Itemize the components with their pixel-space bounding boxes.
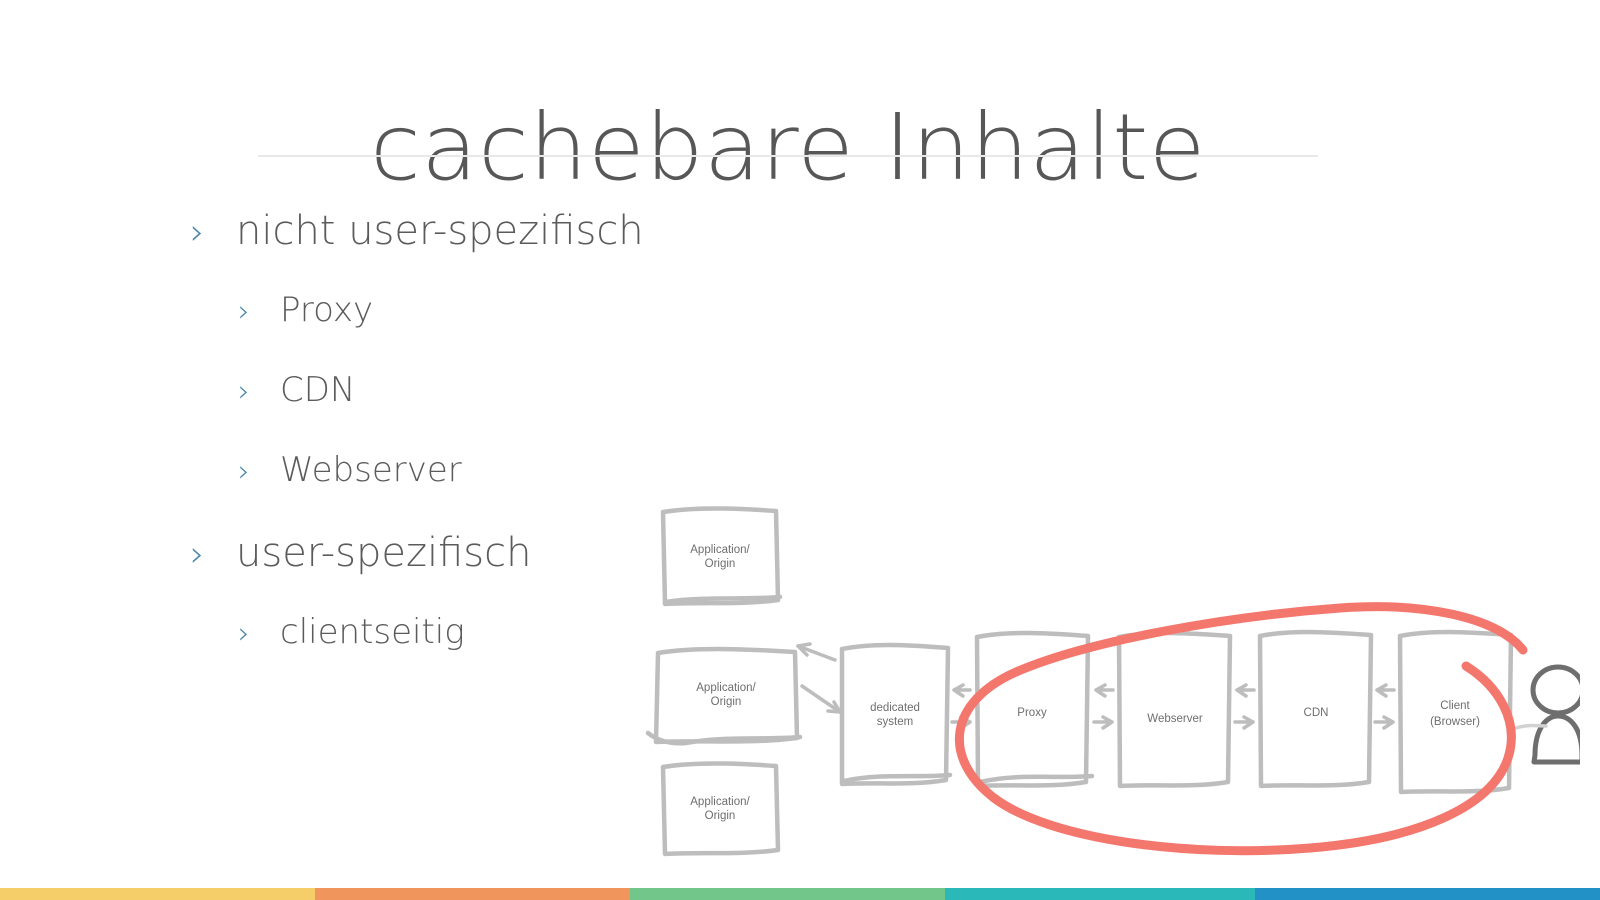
arrow-origin-dedicated [796, 642, 842, 714]
chevron-right-icon: › [190, 212, 205, 253]
list-item-label: Proxy [280, 290, 374, 330]
node-label: Webserver [1147, 713, 1203, 725]
list-item-label: nicht user-spezifisch [236, 208, 644, 254]
list-item-label: CDN [280, 370, 356, 410]
highlight-ellipse [955, 602, 1528, 856]
list-item: › nicht user-spezifisch [190, 208, 830, 290]
chevron-right-icon: › [190, 534, 205, 575]
node-label: Application/ [690, 796, 750, 808]
chevron-right-icon: › [238, 454, 250, 488]
node-label: (Browser) [1430, 716, 1480, 728]
list-item-label: clientseitig [280, 612, 465, 652]
chevron-right-icon: › [238, 616, 250, 650]
node-app-origin-bottom [660, 761, 781, 857]
footer-segment-teal [945, 888, 1255, 900]
list-item-label: Webserver [280, 450, 462, 490]
footer-segment-yellow [0, 888, 315, 900]
chevron-right-icon: › [238, 374, 250, 408]
page-title: cachebare Inhalte [370, 93, 1206, 201]
arrow-proxy-webserver [1092, 683, 1115, 730]
node-dedicated-system [839, 642, 953, 787]
node-label: Application/ [690, 544, 750, 556]
node-app-origin-top [660, 506, 783, 607]
node-label: Client [1440, 700, 1470, 712]
node-label: Application/ [696, 682, 756, 694]
node-label: dedicated [870, 702, 920, 714]
end-user-figure [1530, 664, 1580, 765]
footer-color-bar [0, 888, 1600, 900]
node-label: Origin [711, 696, 742, 708]
caching-architecture-diagram: Application/ Origin Application/ Origin … [630, 490, 1580, 865]
node-label: Proxy [1017, 707, 1047, 719]
chevron-right-icon: › [238, 294, 250, 328]
arrow-webserver-cdn [1233, 683, 1256, 730]
list-item: › CDN [190, 370, 830, 450]
arrow-cdn-client [1373, 683, 1396, 730]
node-label: Origin [705, 810, 736, 822]
list-item: › Proxy [190, 290, 830, 370]
title-divider [258, 155, 1318, 157]
node-label: system [877, 716, 913, 728]
node-label: CDN [1304, 707, 1329, 719]
slide: cachebare Inhalte › nicht user-spezifisc… [0, 0, 1600, 900]
node-label: Origin [705, 558, 736, 570]
node-webserver [1116, 630, 1233, 789]
footer-segment-blue [1255, 888, 1600, 900]
list-item-label: user-spezifisch [236, 530, 532, 576]
footer-segment-orange [315, 888, 630, 900]
footer-segment-green [630, 888, 945, 900]
